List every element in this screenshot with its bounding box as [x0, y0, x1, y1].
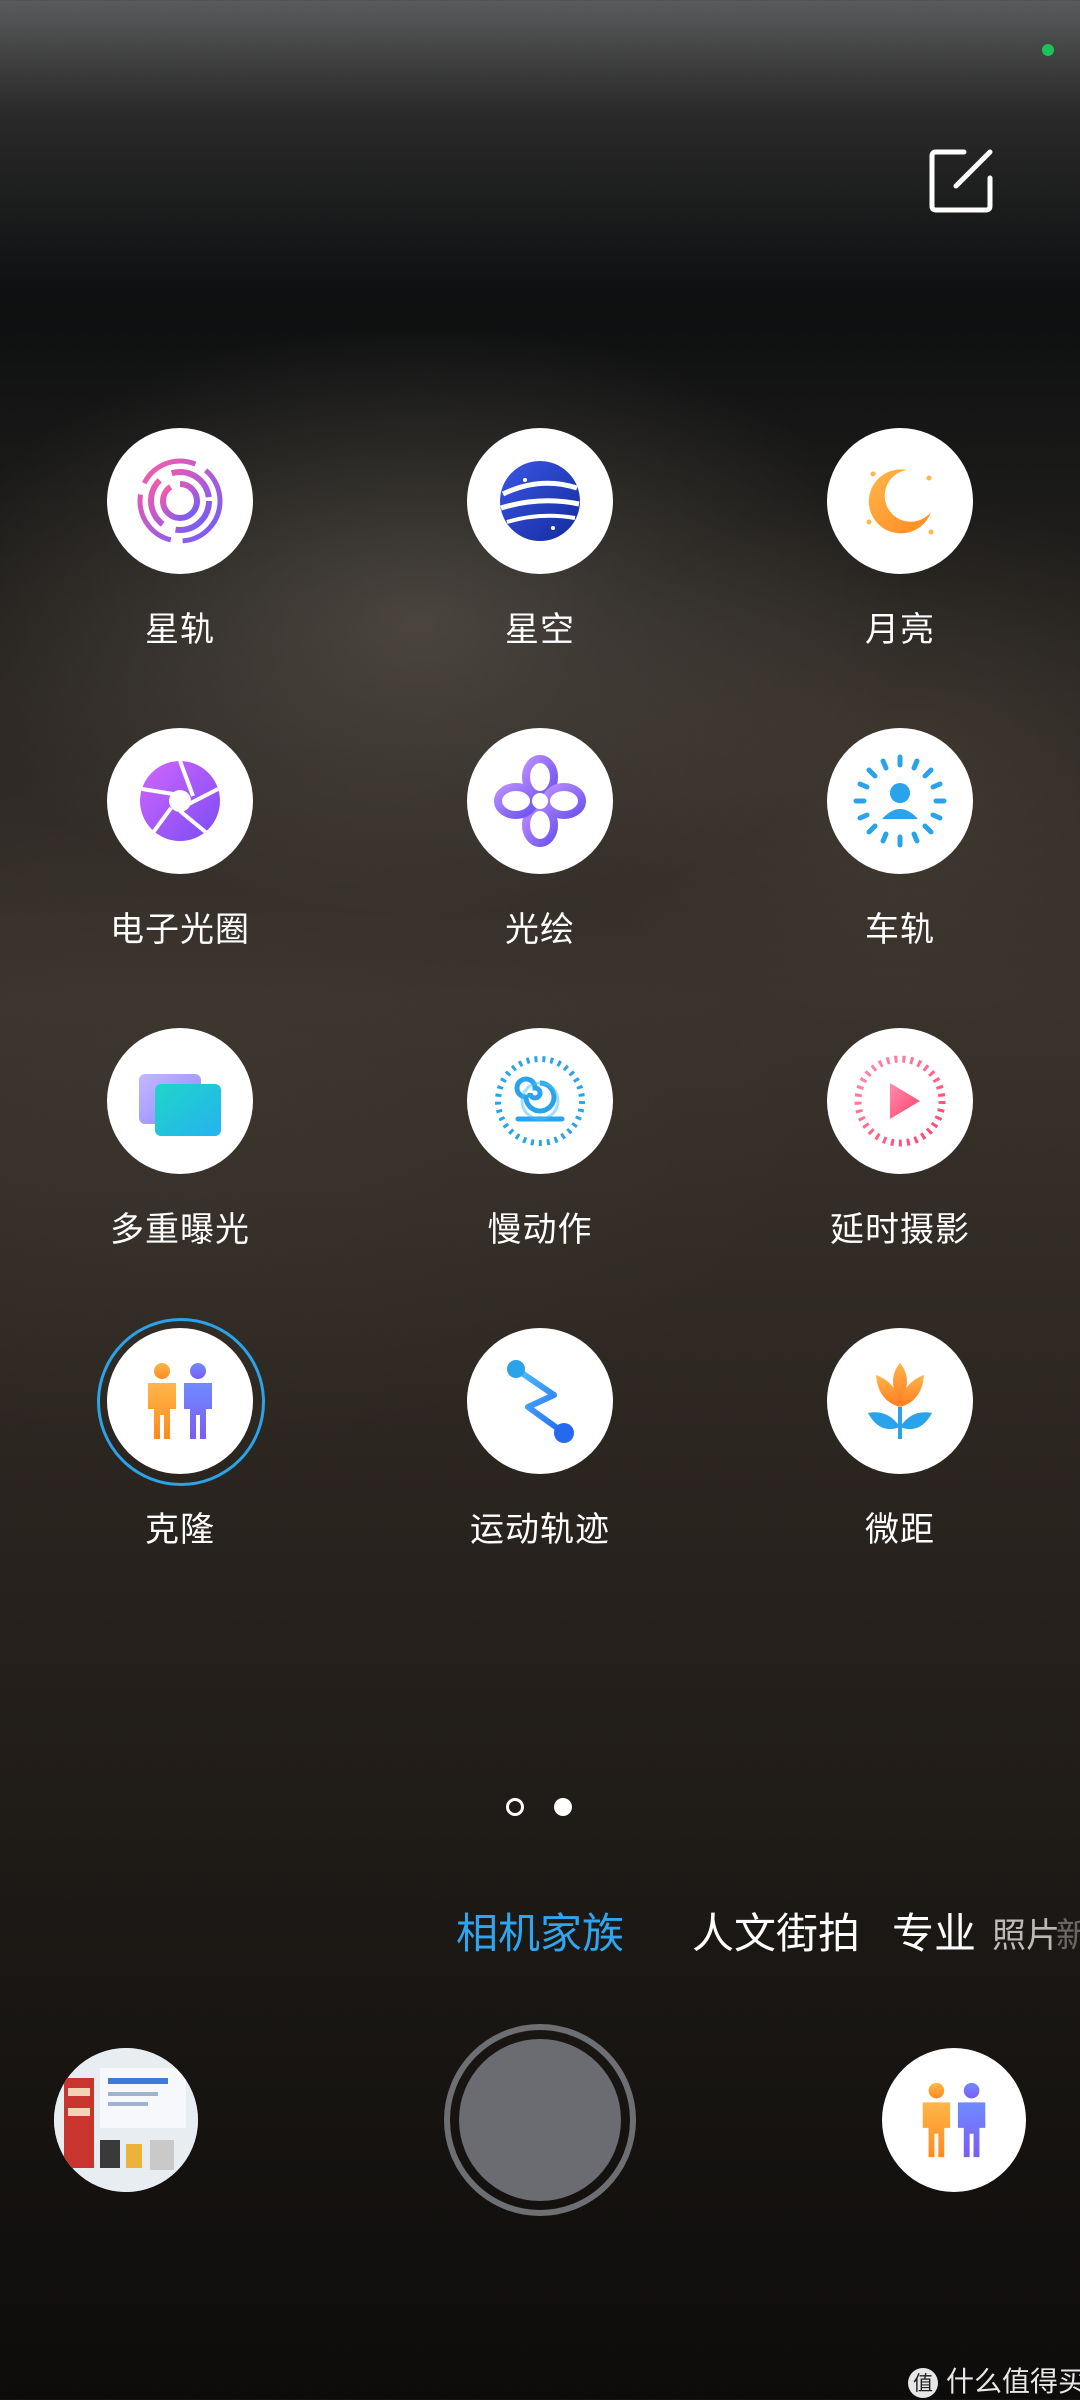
mode-clone[interactable]: 克隆 [30, 1318, 330, 1551]
page-dot-2-active[interactable] [554, 1798, 572, 1816]
mode-label: 延时摄影 [830, 1210, 970, 1250]
aperture-icon [107, 728, 253, 874]
current-mode-button[interactable] [882, 2048, 1026, 2192]
mode-moon[interactable]: 月亮 [750, 428, 1050, 651]
mode-label: 星空 [505, 610, 575, 650]
mode-motion-track[interactable]: 运动轨迹 [390, 1328, 690, 1551]
edit-icon[interactable] [926, 146, 996, 216]
shutter-button[interactable] [444, 2024, 636, 2216]
page-dot-1[interactable] [506, 1798, 524, 1816]
starry-sky-icon [467, 428, 613, 574]
mode-label: 克隆 [145, 1510, 215, 1550]
multi-exposure-icon [107, 1028, 253, 1174]
camera-mode-tabs: 相机家族 人文街拍 专业 照片 新 [0, 1900, 1080, 1960]
mode-label: 微距 [865, 1510, 935, 1550]
mode-label: 星轨 [145, 610, 215, 650]
mode-light-painting[interactable]: 光绘 [390, 728, 690, 951]
mode-label: 电子光圈 [110, 910, 250, 950]
mode-macro[interactable]: 微距 [750, 1328, 1050, 1551]
tab-pro[interactable]: 专业 [892, 1900, 976, 1961]
motion-track-icon [467, 1328, 613, 1474]
mode-car-trails[interactable]: 车轨 [750, 728, 1050, 951]
clone-icon [97, 1318, 265, 1486]
mode-aperture[interactable]: 电子光圈 [30, 728, 330, 951]
clone-icon [922, 2082, 986, 2158]
timelapse-icon [827, 1028, 973, 1174]
moon-icon [827, 428, 973, 574]
mode-timelapse[interactable]: 延时摄影 [750, 1028, 1050, 1251]
mode-starry-sky[interactable]: 星空 [390, 428, 690, 651]
car-trails-icon [827, 728, 973, 874]
watermark-logo-icon: 值 [908, 2368, 938, 2398]
mode-label: 运动轨迹 [470, 1510, 610, 1550]
gallery-thumbnail[interactable] [54, 2048, 198, 2192]
tab-camera-family[interactable]: 相机家族 [456, 1900, 624, 1961]
tab-photo[interactable]: 照片 [992, 1908, 1060, 1957]
mode-label: 光绘 [505, 910, 575, 950]
mode-multi-exposure[interactable]: 多重曝光 [30, 1028, 330, 1251]
page-indicator [0, 1798, 1080, 1822]
mode-label: 慢动作 [487, 1210, 593, 1250]
shutter-core [459, 2039, 621, 2201]
mode-star-trails[interactable]: 星轨 [30, 428, 330, 651]
tab-next[interactable]: 新 [1056, 1908, 1080, 1957]
star-trails-icon [107, 428, 253, 574]
watermark: 值什么值得买 [908, 2360, 1080, 2400]
mode-slow-motion[interactable]: 慢动作 [390, 1028, 690, 1251]
macro-icon [827, 1328, 973, 1474]
slow-motion-icon [467, 1028, 613, 1174]
light-painting-icon [467, 728, 613, 874]
mode-label: 月亮 [865, 610, 935, 650]
mode-label: 车轨 [865, 910, 935, 950]
mode-label: 多重曝光 [110, 1210, 250, 1250]
tab-street-photo[interactable]: 人文街拍 [692, 1900, 860, 1961]
watermark-text: 什么值得买 [946, 2365, 1080, 2398]
privacy-indicator-dot [1042, 44, 1054, 56]
